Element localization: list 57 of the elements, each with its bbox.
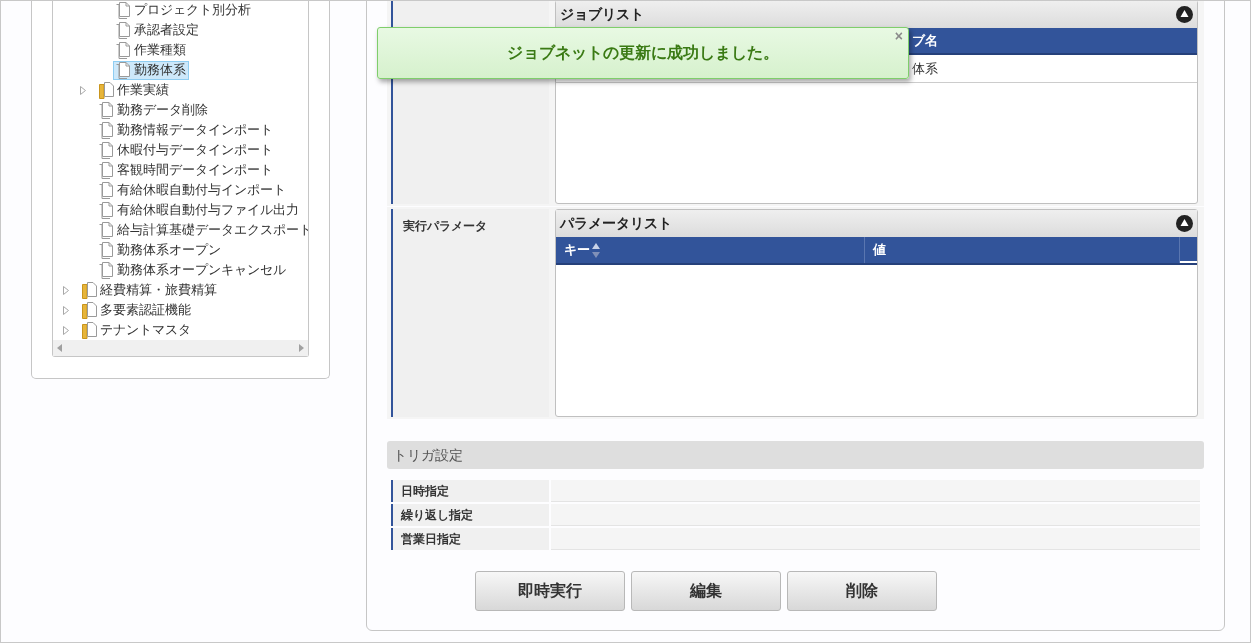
field-label: 営業日指定 (391, 528, 549, 550)
tree-item[interactable]: 作業実績 (96, 80, 172, 100)
page-icon (116, 21, 131, 39)
page-icon (99, 121, 114, 139)
panel-title: パラメータリスト (560, 214, 672, 233)
expand-arrow-icon[interactable] (63, 285, 69, 295)
action-button[interactable]: 削除 (786, 571, 937, 611)
section-header: トリガ設定 (387, 441, 1204, 469)
page-icon (99, 161, 114, 179)
page-icon (99, 261, 114, 279)
table-cell-text: 体系 (911, 59, 939, 78)
tree-item[interactable]: 休暇付与データインポート (96, 140, 276, 160)
tree-item[interactable]: 勤務体系 (113, 60, 189, 80)
tree-item[interactable]: 有給休暇自動付与インポート (96, 180, 289, 200)
sort-icon[interactable] (592, 242, 600, 258)
tree-item[interactable]: 承認者設定 (113, 20, 202, 40)
field-label: 実行パラメータ (403, 219, 487, 233)
horizontal-scrollbar[interactable] (53, 340, 308, 356)
tree-item[interactable]: テナントマスタ (79, 320, 194, 340)
folder-icon (82, 281, 97, 299)
page-icon (99, 221, 114, 239)
collapse-icon[interactable] (1176, 6, 1193, 23)
tree-item[interactable]: 作業種類 (113, 40, 189, 60)
tree-item[interactable]: 経費精算・旅費精算 (79, 280, 220, 300)
tree-item[interactable]: 客観時間データインポート (96, 160, 276, 180)
action-button[interactable]: 即時実行 (474, 571, 625, 611)
field-label: 繰り返し指定 (391, 504, 549, 526)
page-icon (116, 41, 131, 59)
column-header[interactable]: キー (556, 237, 865, 263)
page-icon (116, 61, 131, 79)
expand-arrow-icon[interactable] (63, 325, 69, 335)
tree-item[interactable]: 多要素認証機能 (79, 300, 194, 320)
expand-arrow-icon[interactable] (80, 85, 86, 95)
folder-icon (82, 321, 97, 339)
expand-arrow-icon[interactable] (63, 305, 69, 315)
tree-item[interactable]: 給与計算基礎データエクスポート (96, 220, 308, 240)
page-icon (99, 181, 114, 199)
page-icon (99, 241, 114, 259)
tree-item[interactable]: 有給休暇自動付与ファイル出力 (96, 200, 302, 220)
panel-title: ジョブリスト (560, 5, 644, 24)
field-label: 日時指定 (391, 480, 549, 502)
tree-item[interactable]: 勤務データ削除 (96, 100, 211, 120)
page-icon (99, 101, 114, 119)
collapse-icon[interactable] (1176, 215, 1193, 232)
folder-icon (82, 301, 97, 319)
tree-item[interactable]: 勤務情報データインポート (96, 120, 276, 140)
column-header[interactable]: 値 (865, 237, 1180, 263)
tree-item[interactable]: プロジェクト別分析 (113, 1, 254, 20)
tree-item[interactable]: 勤務体系オープンキャンセル (96, 260, 289, 280)
scroll-left-icon[interactable] (57, 344, 62, 352)
page-icon (99, 201, 114, 219)
scroll-right-icon[interactable] (299, 344, 304, 352)
folder-icon (99, 81, 114, 99)
page-icon (99, 141, 114, 159)
toast-message: ジョブネットの更新に成功しました。 (507, 43, 779, 63)
tree-item[interactable]: 勤務体系オープン (96, 240, 224, 260)
action-button[interactable]: 編集 (630, 571, 781, 611)
